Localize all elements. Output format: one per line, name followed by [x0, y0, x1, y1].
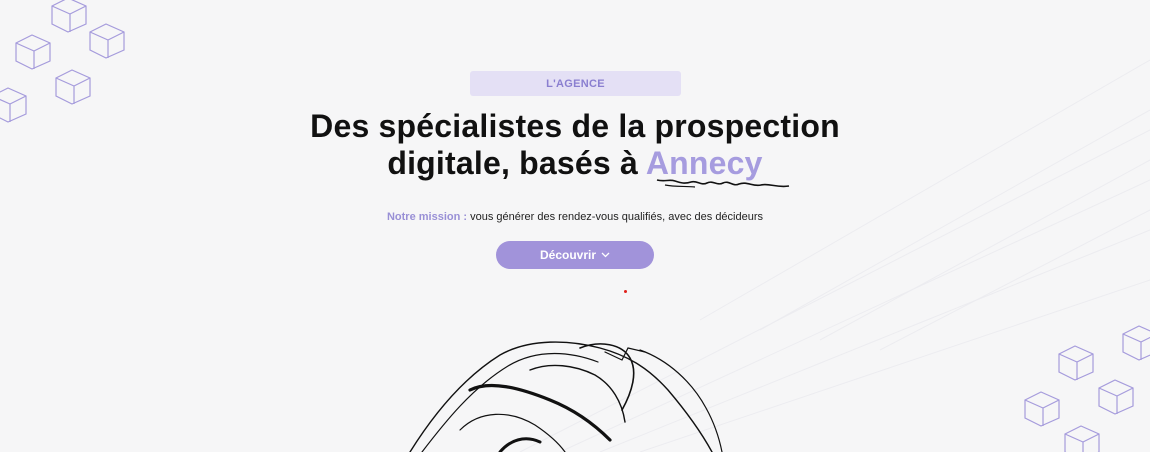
chevron-down-icon: [601, 252, 610, 258]
discover-button-label: Découvrir: [539, 248, 597, 262]
hero-section: L'AGENCE Des spécialistes de la prospect…: [0, 0, 1150, 452]
mission-text: vous générer des rendez-vous qualifiés, …: [467, 211, 764, 223]
red-dot: [624, 290, 627, 293]
hero-title: Des spécialistes de la prospection digit…: [0, 108, 1150, 182]
hand-illustration: [409, 341, 723, 452]
hero-title-line2: digitale, basés à Annecy: [0, 145, 1150, 182]
discover-button[interactable]: Découvrir: [496, 241, 654, 269]
mission-statement: Notre mission : vous générer des rendez-…: [0, 211, 1150, 223]
hero-title-line2-prefix: digitale, basés à: [387, 145, 646, 181]
section-badge: L'AGENCE: [470, 71, 681, 96]
squiggle-underline: [656, 179, 790, 188]
hero-title-line1: Des spécialistes de la prospection: [310, 108, 840, 144]
mission-label: Notre mission :: [386, 211, 468, 223]
